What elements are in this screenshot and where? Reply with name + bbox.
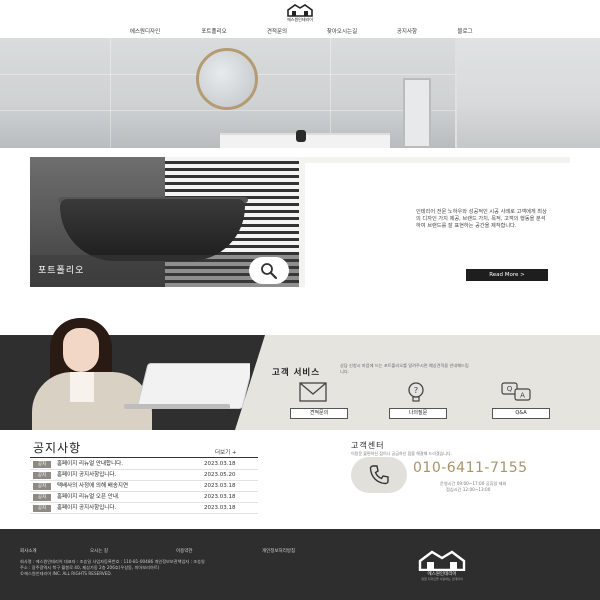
my-question-button[interactable]: 나의질문 bbox=[389, 408, 447, 419]
nav-item-estimate[interactable]: 견적문의 bbox=[267, 27, 287, 35]
notice-row[interactable]: 공지 홈페이지 리뉴얼 오픈 안내. 2023.03.18 bbox=[30, 493, 258, 503]
notice-badge: 공지 bbox=[33, 505, 51, 512]
svg-text:?: ? bbox=[414, 386, 418, 395]
house-logo-icon bbox=[287, 4, 313, 17]
logo-text: 에스원인테리어 bbox=[287, 17, 313, 22]
house-logo-icon bbox=[418, 550, 466, 572]
tile-line bbox=[110, 38, 111, 148]
footer-link-privacy[interactable]: 개인정보처리방침 bbox=[262, 548, 295, 554]
hero-bathroom-image bbox=[0, 38, 600, 148]
notice-badge: 공지 bbox=[33, 472, 51, 479]
svg-text:Q: Q bbox=[507, 385, 513, 393]
footer-logo-subtext: 유럽 디자인을 사랑하는 인테리어 bbox=[421, 577, 463, 581]
svg-text:A: A bbox=[520, 392, 525, 400]
notice-row-title: 홈페이지 리뉴얼 오픈 안내. bbox=[57, 494, 120, 500]
notice-badge: 공지 bbox=[33, 494, 51, 501]
bathtub bbox=[60, 199, 245, 261]
nav-item-portfolio[interactable]: 포트폴리오 bbox=[201, 27, 226, 35]
estimate-inquiry-button[interactable]: 견적문의 bbox=[290, 408, 348, 419]
door bbox=[403, 78, 431, 148]
phone-icon bbox=[369, 465, 389, 485]
footer-link-about[interactable]: 회사소개 bbox=[20, 548, 37, 554]
consultant-photo bbox=[30, 316, 250, 430]
site-logo[interactable]: 에스원인테리어 bbox=[283, 3, 317, 25]
notice-badge: 공지 bbox=[33, 461, 51, 468]
qa-bubbles-icon[interactable]: Q A bbox=[498, 380, 534, 404]
nav-item-blog[interactable]: 블로그 bbox=[457, 27, 472, 35]
notice-row[interactable]: 공지 홈페이지 리뉴얼 안내합니다. 2023.03.18 bbox=[30, 460, 258, 470]
nav-item-design[interactable]: 에스원디자인 bbox=[130, 27, 160, 35]
laptop-base bbox=[124, 404, 230, 409]
notice-divider bbox=[30, 457, 258, 458]
site-header: 에스원인테리어 에스원디자인 포트폴리오 견적문의 찾아오시는길 공지사항 블로… bbox=[0, 0, 600, 38]
customer-center-title: 고객센터 bbox=[351, 441, 385, 450]
tile-line bbox=[0, 110, 455, 111]
notice-row-title: 홈페이지 리뉴얼 안내합니다. bbox=[57, 461, 123, 467]
lightbulb-question-icon[interactable]: ? bbox=[398, 380, 434, 404]
nav-item-directions[interactable]: 찾아오시는길 bbox=[327, 27, 357, 35]
main-nav: 에스원디자인 포트폴리오 견적문의 찾아오시는길 공지사항 블로그 bbox=[0, 27, 600, 37]
customer-center-lunch-hours: 점심시간 12:00~13:00 bbox=[446, 487, 491, 492]
shirt bbox=[70, 372, 94, 402]
nav-item-notices[interactable]: 공지사항 bbox=[397, 27, 417, 35]
qa-button[interactable]: Q&A bbox=[492, 408, 550, 419]
face bbox=[63, 328, 99, 372]
laptop bbox=[136, 363, 250, 409]
search-icon bbox=[261, 263, 278, 280]
phone-icon-badge bbox=[351, 457, 407, 493]
notice-row-date: 2023.03.18 bbox=[204, 461, 236, 467]
customer-center-phone[interactable]: 010-6411-7155 bbox=[413, 460, 528, 476]
vase bbox=[296, 130, 306, 142]
customer-service-title: 고객 서비스 bbox=[272, 368, 321, 378]
round-mirror bbox=[196, 48, 258, 110]
notice-badge: 공지 bbox=[33, 483, 51, 490]
notice-row-date: 2023.03.18 bbox=[204, 505, 236, 511]
notice-row-date: 2023.03.18 bbox=[204, 483, 236, 489]
notice-title: 공지사항 bbox=[33, 441, 82, 455]
notice-row-date: 2023.03.18 bbox=[204, 494, 236, 500]
tile-line bbox=[330, 38, 331, 148]
notice-row-title: 택배사의 사정에 의해 배송지연 bbox=[57, 483, 129, 489]
portfolio-description: 인테리어 전문 노하우와 성공적인 시공 사례로 고객에게 최상의 디자인 가치… bbox=[416, 209, 547, 229]
notice-row-title: 홈페이지 공지사항입니다. bbox=[57, 505, 117, 511]
customer-service-subtitle: 상담 신청시 마음에 드는 포트폴리오를 알려주시면 예상견적을 안내해드립니다… bbox=[340, 363, 469, 374]
notice-more-link[interactable]: 더보기 + bbox=[215, 448, 237, 456]
glass-partition bbox=[455, 38, 600, 148]
footer-logo[interactable]: 에스원인테리어 유럽 디자인을 사랑하는 인테리어 bbox=[414, 549, 470, 585]
portfolio-label: 포트폴리오 bbox=[38, 266, 85, 276]
read-more-button[interactable]: Read More > bbox=[466, 269, 548, 281]
envelope-icon[interactable] bbox=[295, 380, 331, 404]
footer-copyright: ©에스원인테리어 INC. ALL RIGHTS RESERVED. bbox=[20, 571, 112, 576]
notice-row[interactable]: 공지 택배사의 사정에 의해 배송지연 2023.03.18 bbox=[30, 482, 258, 492]
notice-row[interactable]: 공지 홈페이지 공지사항입니다. 2023.03.18 bbox=[30, 504, 258, 514]
portfolio-search-button[interactable] bbox=[249, 257, 289, 284]
customer-center-subtitle: 이용문 불편하신 점이나 궁금하신 점을 해결해 드리겠습니다. bbox=[351, 451, 452, 456]
notice-row-title: 홈페이지 공지사항입니다. bbox=[57, 472, 117, 478]
notice-row-date: 2023.05.20 bbox=[204, 472, 236, 478]
notice-row[interactable]: 공지 홈페이지 공지사항입니다. 2023.05.20 bbox=[30, 471, 258, 481]
footer-link-directions[interactable]: 오시는 길 bbox=[90, 548, 108, 554]
footer-link-terms[interactable]: 이용약관 bbox=[176, 548, 193, 554]
